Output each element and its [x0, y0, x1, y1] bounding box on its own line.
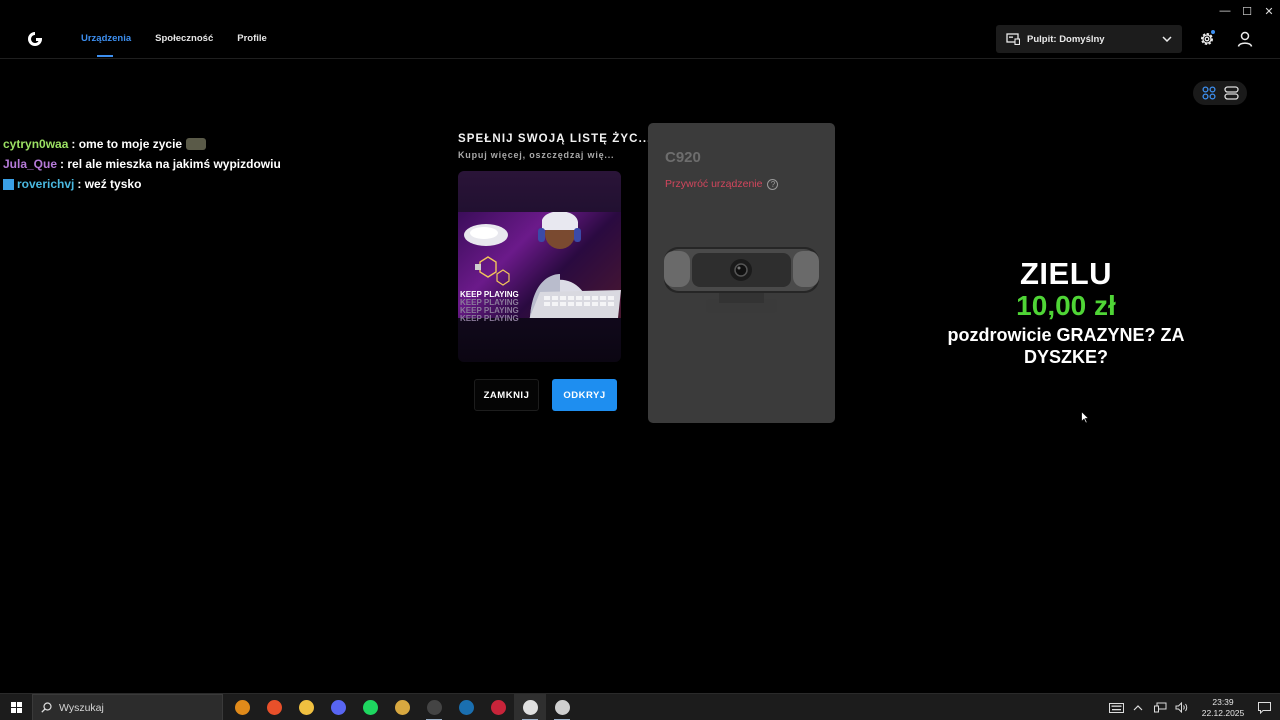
user-account-icon[interactable]	[1236, 30, 1254, 48]
profile-select-label: Pulpit: Domyślny	[1027, 33, 1105, 45]
view-mode-toggle	[1193, 81, 1247, 105]
chat-username: cytryn0waa	[3, 137, 69, 151]
promo-title: SPEŁNIJ SWOJĄ LISTĘ ŻYC...	[458, 133, 652, 145]
promo-banner-image[interactable]: KEEP PLAYING KEEP PLAYING KEEP PLAYING K…	[458, 171, 621, 362]
main-nav: Urządzenia Społeczność Profile	[81, 33, 267, 57]
tab-community[interactable]: Społeczność	[155, 33, 213, 56]
chat-username: roverichvj	[17, 177, 75, 191]
windows-taskbar: Wyszukaj 23:39 22.12.2025	[0, 693, 1280, 720]
search-placeholder: Wyszukaj	[59, 701, 104, 714]
chat-text: : weź tysko	[77, 177, 142, 191]
donation-amount: 10,00 zł	[1016, 290, 1116, 321]
restore-device-link[interactable]: Przywróć urządzenie ?	[665, 178, 779, 190]
list-view-icon	[1224, 86, 1239, 100]
search-icon	[41, 702, 52, 713]
chevron-down-icon	[1162, 36, 1172, 42]
help-icon[interactable]: ?	[767, 178, 779, 190]
keyboard-icon[interactable]	[1108, 700, 1124, 716]
chat-text: : ome to moje zycie	[71, 137, 183, 151]
taskbar-app-button[interactable]	[322, 694, 354, 720]
profile-select[interactable]: Pulpit: Domyślny	[996, 25, 1182, 53]
logitech-ghub-icon	[522, 700, 538, 715]
volume-icon[interactable]	[1174, 700, 1190, 716]
notification-dot	[1211, 30, 1215, 34]
taskbar-app-button[interactable]	[482, 694, 514, 720]
chat-message: Jula_Que : rel ale mieszka na jakimś wyp…	[3, 154, 281, 174]
promo-image-caption: KEEP PLAYING KEEP PLAYING KEEP PLAYING K…	[460, 291, 519, 323]
spotify-icon	[362, 700, 378, 715]
logitech-g-logo-icon[interactable]	[26, 30, 44, 48]
taskbar-app-button[interactable]	[354, 694, 386, 720]
mouse-app-icon	[554, 700, 570, 715]
taskbar-app-button[interactable]	[386, 694, 418, 720]
video-app-icon	[490, 700, 506, 715]
clock-time: 23:39	[1212, 696, 1234, 707]
device-card-c920[interactable]: C920 Przywróć urządzenie ?	[648, 123, 835, 423]
stream-chat-overlay: cytryn0waa : ome to moje zycie Jula_Que …	[3, 134, 281, 194]
chat-message: cytryn0waa : ome to moje zycie	[3, 134, 281, 154]
tab-devices[interactable]: Urządzenia	[81, 33, 131, 57]
grid-view-button[interactable]	[1198, 84, 1220, 102]
obs-icon	[426, 700, 442, 715]
prime-badge-icon	[3, 178, 14, 190]
donation-alert-overlay: ZIELU 10,00 zł pozdrowicie GRAZYNE? ZA D…	[930, 256, 1202, 368]
device-name: C920	[665, 149, 701, 166]
clock[interactable]: 23:39 22.12.2025	[1197, 697, 1249, 719]
windows-logo-icon	[10, 702, 22, 713]
chevron-up-icon[interactable]	[1130, 700, 1146, 716]
list-view-button[interactable]	[1221, 84, 1243, 102]
chat-emote-icon	[186, 138, 207, 150]
media-app-icon	[394, 700, 410, 715]
webcam-image	[664, 247, 819, 313]
taskbar-apps	[226, 694, 578, 720]
donation-message: pozdrowicie GRAZYNE? ZA DYSZKE?	[947, 325, 1185, 367]
discover-button[interactable]: ODKRYJ	[552, 379, 617, 411]
network-icon[interactable]	[1152, 700, 1168, 716]
grid-view-icon	[1201, 86, 1216, 100]
taskbar-app-button[interactable]	[514, 694, 546, 720]
chat-username: Jula_Que	[3, 157, 58, 171]
taskbar-app-button[interactable]	[450, 694, 482, 720]
tab-profiles[interactable]: Profile	[237, 33, 267, 56]
promo-subtitle: Kupuj więcej, oszczędzaj wię...	[458, 150, 615, 160]
taskbar-search[interactable]: Wyszukaj	[32, 694, 223, 720]
fl-studio-icon	[234, 700, 250, 715]
chat-text: : rel ale mieszka na jakimś wypizdowiu	[60, 157, 281, 171]
chat-message: roverichvj : weź tysko	[3, 174, 281, 194]
start-button[interactable]	[0, 694, 32, 720]
keep-playing-echo: KEEP PLAYING	[460, 314, 519, 323]
desktop-profile-icon	[1006, 33, 1020, 45]
taskbar-app-button[interactable]	[418, 694, 450, 720]
taskbar-app-button[interactable]	[546, 694, 578, 720]
brave-icon	[266, 700, 282, 715]
donor-name: ZIELU	[1019, 256, 1113, 291]
taskbar-app-button[interactable]	[258, 694, 290, 720]
notifications-icon[interactable]	[1256, 700, 1272, 716]
taskbar-app-button[interactable]	[290, 694, 322, 720]
steam-icon	[458, 700, 474, 715]
app-header: Urządzenia Społeczność Profile Pulpit: D…	[0, 0, 1280, 59]
close-promo-button[interactable]: ZAMKNIJ	[474, 379, 539, 411]
mouse-cursor-icon	[1081, 411, 1089, 424]
taskbar-app-button[interactable]	[226, 694, 258, 720]
restore-device-label: Przywróć urządzenie	[665, 178, 763, 190]
discord-icon	[330, 700, 346, 715]
clock-date: 22.12.2025	[1201, 707, 1245, 718]
file-explorer-icon	[298, 700, 314, 715]
system-tray: 23:39 22.12.2025	[1105, 694, 1280, 720]
